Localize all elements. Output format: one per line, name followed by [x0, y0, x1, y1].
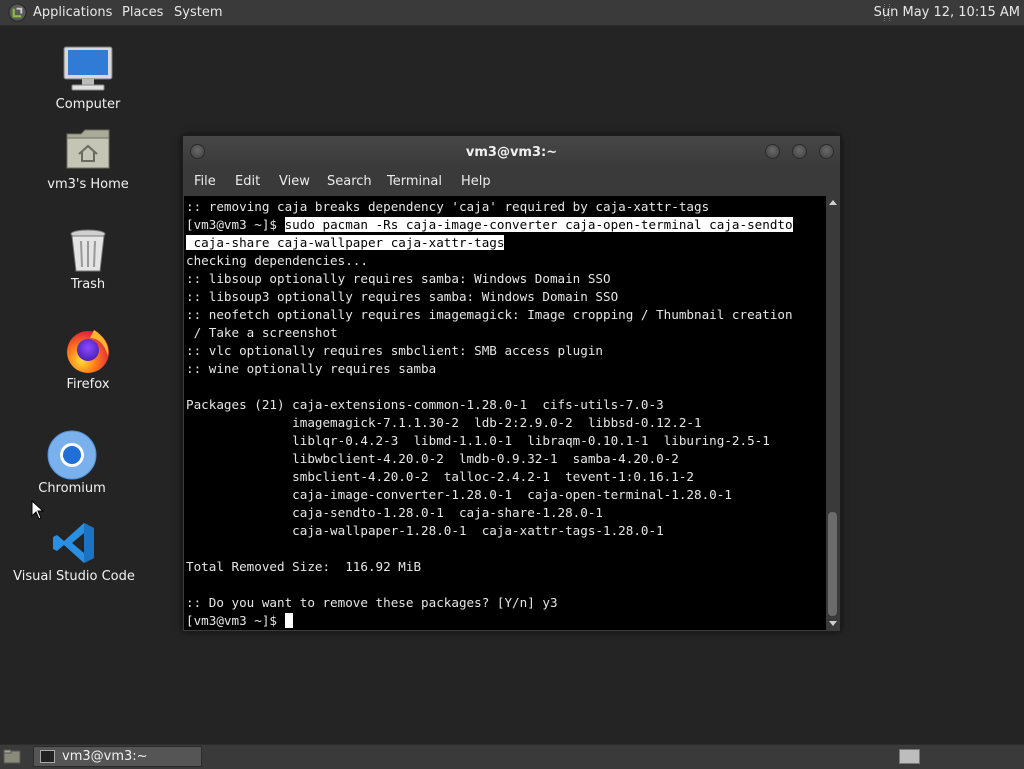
scrollbar-thumb[interactable]	[828, 512, 837, 616]
window-title: vm3@vm3:~	[465, 145, 558, 160]
workspace-switcher[interactable]	[899, 749, 920, 764]
terminal-line: :: libsoup optionally requires samba: Wi…	[186, 271, 611, 286]
desktop-icon-label: Visual Studio Code	[13, 569, 135, 584]
scroll-up-arrow-icon[interactable]	[829, 200, 837, 205]
terminal-window[interactable]: vm3@vm3:~ File Edit View Search Terminal…	[182, 135, 841, 632]
mate-logo-icon[interactable]	[8, 3, 27, 22]
menu-file[interactable]: File	[194, 174, 216, 189]
terminal-line: caja-sendto-1.28.0-1 caja-share-1.28.0-1	[186, 505, 604, 520]
taskbar-window-label: vm3@vm3:~	[62, 749, 148, 764]
vscode-icon	[53, 523, 94, 563]
chromium-icon	[47, 430, 97, 480]
menu-places[interactable]: Places	[122, 5, 163, 20]
minimize-button[interactable]	[765, 144, 780, 159]
desktop-icon-label: Firefox	[66, 377, 110, 392]
terminal-line: libwbclient-4.20.0-2 lmdb-0.9.32-1 samba…	[186, 451, 679, 466]
text-cursor	[284, 613, 293, 628]
top-panel: Applications Places System Sun May 12, 1…	[0, 0, 1024, 26]
terminal-line: Total Removed Size: 116.92 MiB	[186, 559, 422, 574]
menu-applications[interactable]: Applications	[33, 5, 112, 20]
selected-command: sudo pacman -Rs caja-image-converter caj…	[284, 217, 793, 232]
terminal-line: :: vlc optionally requires smbclient: SM…	[186, 343, 604, 358]
firefox-icon	[67, 330, 109, 373]
bottom-panel: vm3@vm3:~	[0, 744, 1024, 769]
terminal-line: / Take a screenshot	[186, 325, 338, 340]
close-button[interactable]	[819, 144, 834, 159]
terminal-icon	[40, 750, 55, 763]
terminal-line: Packages (21) caja-extensions-common-1.2…	[186, 397, 664, 412]
terminal-line: :: wine optionally requires samba	[186, 361, 437, 376]
menu-help[interactable]: Help	[461, 174, 491, 189]
trash-icon	[70, 229, 106, 272]
terminal-line: caja-wallpaper-1.28.0-1 caja-xattr-tags-…	[186, 523, 664, 538]
desktop-icon-label: vm3's Home	[47, 177, 129, 192]
terminal-line: checking dependencies...	[186, 253, 368, 268]
terminal-line: :: libsoup3 optionally requires samba: W…	[186, 289, 619, 304]
terminal-scrollbar[interactable]	[826, 196, 839, 630]
terminal-line: imagemagick-7.1.1.30-2 ldb-2:2.9.0-2 lib…	[186, 415, 702, 430]
maximize-button[interactable]	[792, 144, 807, 159]
terminal-line: :: neofetch optionally requires imagemag…	[186, 307, 793, 322]
terminal-line: :: removing caja breaks dependency 'caja…	[186, 199, 710, 214]
window-titlebar[interactable]: vm3@vm3:~	[183, 136, 840, 168]
clock[interactable]: Sun May 12, 10:15 AM	[874, 5, 1020, 20]
menu-view[interactable]: View	[279, 174, 310, 189]
terminal-menubar: File Edit View Search Terminal Help	[183, 168, 840, 196]
terminal-line: :: Do you want to remove these packages?…	[186, 595, 558, 610]
computer-icon	[63, 46, 113, 91]
terminal-output[interactable]: :: removing caja breaks dependency 'caja…	[184, 196, 826, 630]
desktop-icon-label: Trash	[70, 277, 106, 292]
terminal-line: liblqr-0.4.2-3 libmd-1.1.0-1 libraqm-0.1…	[186, 433, 770, 448]
mouse-pointer-icon	[31, 500, 45, 520]
menu-search[interactable]: Search	[327, 174, 372, 189]
menu-terminal[interactable]: Terminal	[387, 174, 442, 189]
menu-system[interactable]: System	[174, 5, 222, 20]
scroll-down-arrow-icon[interactable]	[829, 621, 837, 626]
taskbar-window-button[interactable]: vm3@vm3:~	[33, 746, 202, 767]
show-desktop-icon[interactable]	[3, 749, 21, 764]
desktop-icon-label: Computer	[55, 97, 121, 112]
selected-command-continued: caja-share caja-wallpaper caja-xattr-tag…	[186, 235, 505, 250]
menu-edit[interactable]: Edit	[235, 174, 260, 189]
terminal-prompt: [vm3@vm3 ~]$	[186, 613, 285, 628]
home-folder-icon	[66, 129, 110, 169]
terminal-prompt: [vm3@vm3 ~]$	[186, 217, 285, 232]
terminal-line: smbclient-4.20.0-2 talloc-2.4.2-1 tevent…	[186, 469, 694, 484]
terminal-line: caja-image-converter-1.28.0-1 caja-open-…	[186, 487, 732, 502]
desktop-icon-label: Chromium	[38, 481, 106, 496]
